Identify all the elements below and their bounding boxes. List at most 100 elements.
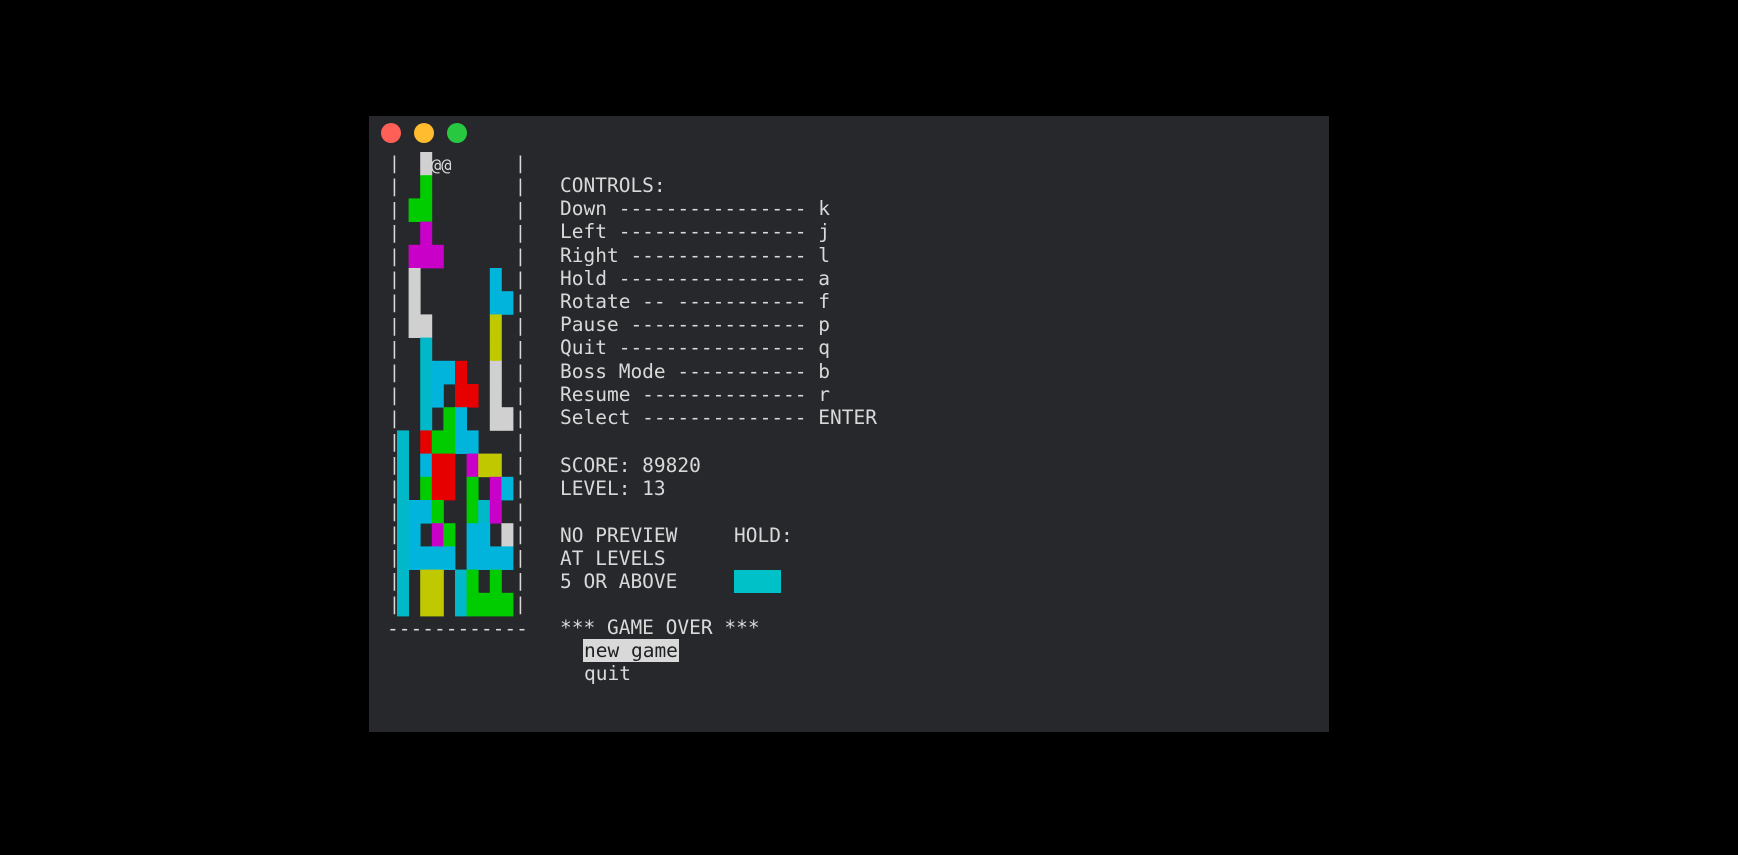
board-right-wall: | xyxy=(515,455,526,476)
board-cell xyxy=(466,430,479,454)
board-cell xyxy=(408,523,421,547)
board-cell xyxy=(431,476,444,501)
board-cell xyxy=(455,430,467,454)
board-cell xyxy=(455,360,467,385)
board-cell xyxy=(501,476,514,501)
board-cell xyxy=(489,407,502,431)
board-cell xyxy=(431,360,444,385)
hold-label: HOLD: xyxy=(734,524,793,547)
board-cell xyxy=(466,569,479,594)
board-cell xyxy=(501,546,514,570)
board-cell xyxy=(408,291,421,315)
board-cell xyxy=(443,476,456,501)
board-cell xyxy=(420,407,433,431)
board-cell xyxy=(397,569,409,594)
board-cell xyxy=(443,407,456,431)
board-cell xyxy=(443,360,456,385)
board-cell xyxy=(455,592,467,617)
board-right-wall: | xyxy=(515,408,526,429)
controls-title: CONTROLS: xyxy=(560,174,666,197)
board-cell xyxy=(431,244,444,269)
board-cell xyxy=(501,291,514,315)
board-left-wall: | xyxy=(389,292,400,313)
board-cell xyxy=(489,453,502,478)
board-cell xyxy=(431,569,444,594)
board-cell xyxy=(489,569,502,594)
board-cell xyxy=(431,592,444,617)
preview-line-1: NO PREVIEW xyxy=(560,524,678,547)
preview-line-2: AT LEVELS xyxy=(560,547,666,570)
board-cell xyxy=(420,360,433,385)
board-cell xyxy=(420,244,433,269)
board-cell xyxy=(420,546,433,570)
board-cell xyxy=(431,453,444,478)
board-right-wall: | xyxy=(515,524,526,545)
control-rotate: Rotate -- ----------- f xyxy=(560,289,831,313)
control-pause: Pause --------------- p xyxy=(560,313,831,337)
board-cell xyxy=(478,500,491,524)
board-cell xyxy=(420,430,433,454)
board-cell xyxy=(466,592,479,617)
board-floor: ------------ xyxy=(387,617,528,640)
control-select: Select -------------- ENTER xyxy=(560,405,877,429)
board-cell xyxy=(466,546,479,570)
board-right-wall: | xyxy=(515,501,526,522)
controls-panel: CONTROLS: Down ---------------- k Left -… xyxy=(560,174,877,429)
board-cell xyxy=(408,314,421,338)
menu-item-quit[interactable]: quit xyxy=(583,662,632,685)
board-cell xyxy=(489,546,502,570)
board-cell xyxy=(408,500,421,524)
board-right-wall: | xyxy=(515,478,526,499)
board-cell xyxy=(420,221,433,246)
board-left-wall: | xyxy=(389,362,400,383)
hold-piece xyxy=(734,570,781,593)
control-hold: Hold ---------------- a xyxy=(560,266,831,290)
board-cell xyxy=(478,546,491,570)
control-boss-mode: Boss Mode ----------- b xyxy=(560,359,831,383)
board-cell xyxy=(489,592,502,617)
board-cell xyxy=(489,360,502,385)
board-cell xyxy=(408,244,421,269)
tetris-board: | || || || || || || || || || || || || || || || || || || || |… xyxy=(389,152,526,617)
control-quit: Quit ---------------- q xyxy=(560,336,831,360)
board-cell xyxy=(443,430,456,454)
board-cell xyxy=(408,546,421,570)
board-right-wall: | xyxy=(515,362,526,383)
board-cell xyxy=(420,337,433,362)
piece-marker: @@ xyxy=(431,156,451,176)
board-right-wall: | xyxy=(515,339,526,360)
board-cell xyxy=(431,523,444,547)
board-cell xyxy=(501,592,514,617)
board-right-wall: | xyxy=(515,547,526,568)
board-left-wall: | xyxy=(389,408,400,429)
control-right: Right --------------- l xyxy=(560,243,831,267)
terminal-window: | | | | | | | | | | | | | | | | | | | | | | | | | | | | | | | | | | | | | | | |… xyxy=(369,116,1329,732)
board-cell xyxy=(397,453,409,478)
board-cell xyxy=(489,337,502,362)
board-right-wall: | xyxy=(515,594,526,615)
board-left-wall: | xyxy=(389,246,400,267)
board-cell xyxy=(431,430,444,454)
board-cell xyxy=(455,407,467,431)
board-right-wall: | xyxy=(515,315,526,336)
board-cell xyxy=(397,592,409,617)
score-label: SCORE: 89820 xyxy=(560,454,701,477)
menu-item-new-game[interactable]: new game xyxy=(583,639,679,662)
board-cell xyxy=(443,523,456,547)
board-cell xyxy=(489,384,502,408)
control-resume: Resume -------------- r xyxy=(560,382,831,406)
board-right-wall: | xyxy=(515,431,526,452)
board-cell xyxy=(420,476,433,501)
board-cell xyxy=(397,476,409,501)
board-left-wall: | xyxy=(389,339,400,360)
board-left-wall: | xyxy=(389,199,400,220)
board-left-wall: | xyxy=(389,223,400,244)
board-cell xyxy=(397,546,409,570)
board-cell xyxy=(420,198,433,222)
board-cell xyxy=(466,453,479,478)
board-cell xyxy=(466,384,479,408)
board-cells xyxy=(397,152,514,617)
board-cell xyxy=(408,198,421,222)
board-cell xyxy=(420,384,433,408)
board-cell xyxy=(455,384,467,408)
